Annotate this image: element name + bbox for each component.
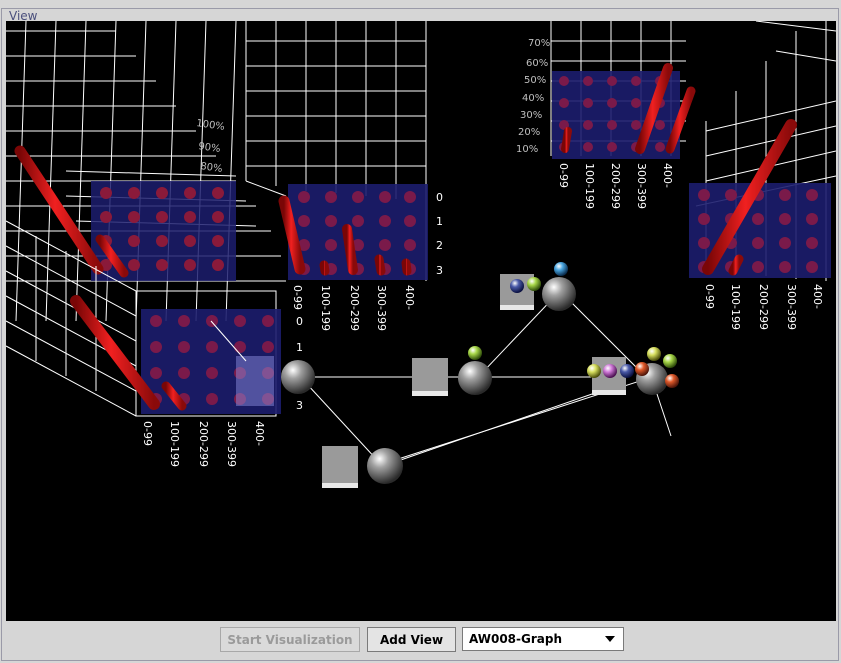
svg-text:100%: 100% [196,118,226,133]
svg-text:400-: 400- [253,421,266,446]
svg-text:200-299: 200-299 [757,284,770,330]
svg-text:400-: 400- [661,163,674,188]
svg-text:100-199: 100-199 [583,163,596,209]
svg-text:40%: 40% [522,93,544,104]
svg-text:10%: 10% [516,144,538,155]
svg-text:400-: 400- [811,284,824,309]
add-view-button[interactable]: Add View [367,627,456,652]
graph-node-5[interactable] [587,347,679,395]
svg-text:200-299: 200-299 [609,163,622,209]
svg-text:3: 3 [296,399,303,412]
svg-text:0-99: 0-99 [703,284,716,309]
svg-text:50%: 50% [524,75,546,86]
svg-text:100-199: 100-199 [729,284,742,330]
graph-node-2[interactable] [412,346,492,396]
grid-b-x-labels: 0-99 100-199 200-299 300-399 400- [141,421,266,467]
svg-text:300-399: 300-399 [225,421,238,467]
svg-text:20%: 20% [518,127,540,138]
svg-text:30%: 30% [520,110,542,121]
svg-text:70%: 70% [528,38,550,49]
graph-node-3[interactable] [500,262,576,311]
graph-select-value: AW008-Graph [469,632,563,646]
svg-text:0-99: 0-99 [557,163,570,188]
svg-text:1: 1 [436,215,443,228]
svg-text:0: 0 [296,315,303,328]
grid-b-highlight [236,356,274,406]
svg-text:200-299: 200-299 [197,421,210,467]
svg-text:3: 3 [436,264,443,277]
graph-select[interactable]: AW008-Graph [462,627,624,651]
graph-node-4[interactable] [322,446,403,488]
grid-d-pct-labels: 70% 60% 50% 40% 30% 20% 10% [516,38,550,155]
svg-text:400-: 400- [403,285,416,310]
svg-text:300-399: 300-399 [635,163,648,209]
svg-text:0-99: 0-99 [141,421,154,446]
svg-text:1: 1 [296,341,303,354]
grid-c-y-labels: 0 1 2 3 [436,191,443,277]
svg-text:100-199: 100-199 [168,421,181,467]
svg-text:60%: 60% [526,58,548,69]
svg-text:100-199: 100-199 [319,285,332,331]
grid-a-pct-labels: 100% 90% 80% [196,118,226,175]
svg-text:0: 0 [436,191,443,204]
svg-text:2: 2 [436,239,443,252]
start-visualization-button[interactable]: Start Visualization [220,627,360,652]
svg-text:300-399: 300-399 [785,284,798,330]
chevron-down-icon[interactable] [605,636,615,642]
svg-text:80%: 80% [200,161,224,175]
graph-node-1[interactable] [281,360,315,394]
grid-d-x-labels: 0-99 100-199 200-299 300-399 400- [557,163,674,209]
grid-e-x-labels: 0-99 100-199 200-299 300-399 400- [703,284,824,330]
svg-text:200-299: 200-299 [348,285,361,331]
grid-c-x-labels: 0-99 100-199 200-299 300-399 400- [291,285,416,331]
svg-text:300-399: 300-399 [375,285,388,331]
3d-visualization-canvas[interactable]: 0 1 2 3 0-99 100-199 200-299 300-399 400… [6,21,836,621]
svg-text:0-99: 0-99 [291,285,304,310]
